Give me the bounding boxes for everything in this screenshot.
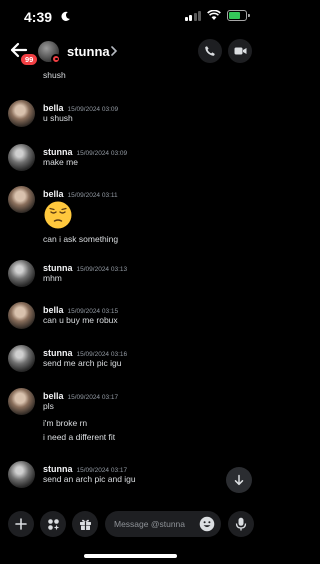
avatar[interactable] xyxy=(8,186,35,213)
voice-message-button[interactable] xyxy=(228,511,254,537)
message-author[interactable]: bella xyxy=(43,305,64,315)
gift-icon xyxy=(79,519,91,530)
wifi-icon xyxy=(207,10,221,20)
status-time: 4:39 xyxy=(24,9,53,25)
avatar[interactable] xyxy=(8,144,35,171)
message-content: i'm broke rn xyxy=(43,418,88,428)
message-input-placeholder: Message @stunna xyxy=(114,519,186,529)
avatar[interactable] xyxy=(8,345,35,372)
battery-icon xyxy=(227,10,250,21)
dnd-status-icon xyxy=(51,54,61,64)
avatar[interactable] xyxy=(8,100,35,127)
home-indicator xyxy=(84,554,177,558)
message-content: i need a different fit xyxy=(43,432,116,442)
message-author[interactable]: bella xyxy=(43,189,64,199)
message-content: can i ask something xyxy=(43,234,119,244)
message-content: send an arch pic and igu xyxy=(43,474,136,484)
message-content: send me arch pic igu xyxy=(43,358,122,368)
message-timestamp: 15/09/2024 03:11 xyxy=(67,192,118,199)
battery-level-fill xyxy=(229,12,241,19)
emoji-icon[interactable] xyxy=(199,516,215,532)
message-author[interactable]: stunna xyxy=(43,147,73,157)
jump-to-latest-button[interactable] xyxy=(226,467,252,493)
dm-header: 99 stunna xyxy=(0,34,261,68)
microphone-icon xyxy=(235,517,247,531)
cellular-signal-icon xyxy=(184,10,201,21)
message-author[interactable]: bella xyxy=(43,103,64,113)
status-bar: 4:39 xyxy=(0,0,261,34)
apps-icon xyxy=(47,518,59,530)
message-content: u shush xyxy=(43,113,73,123)
voice-call-button[interactable] xyxy=(198,39,222,63)
message-author[interactable]: stunna xyxy=(43,348,73,358)
message-content: mhm xyxy=(43,273,62,283)
add-attachment-button[interactable] xyxy=(8,511,34,537)
message-list[interactable]: shush bella 15/09/2024 03:09 u shush stun… xyxy=(0,68,261,504)
chevron-right-icon[interactable] xyxy=(110,46,118,56)
arrow-down-icon xyxy=(234,474,244,486)
message-timestamp: 15/09/2024 03:09 xyxy=(67,106,119,113)
avatar[interactable] xyxy=(8,302,35,329)
message-timestamp: 15/09/2024 03:17 xyxy=(76,467,128,474)
message-author[interactable]: stunna xyxy=(43,464,73,474)
moon-icon xyxy=(61,11,70,21)
pensive-face-icon xyxy=(44,201,72,229)
avatar[interactable] xyxy=(8,461,35,488)
plus-icon xyxy=(15,518,27,530)
message-author[interactable]: bella xyxy=(43,391,64,401)
message-content: can u buy me robux xyxy=(43,315,118,325)
gift-button[interactable] xyxy=(72,511,98,537)
unread-badge: 99 xyxy=(19,52,40,67)
message-content: shush xyxy=(43,70,66,80)
phone-icon xyxy=(205,46,215,56)
dm-user-name[interactable]: stunna xyxy=(67,44,110,59)
message-timestamp: 15/09/2024 03:13 xyxy=(76,266,128,273)
status-icons xyxy=(184,10,250,21)
message-timestamp: 15/09/2024 03:17 xyxy=(67,394,119,401)
message-content: make me xyxy=(43,157,78,167)
message-content: pls xyxy=(43,401,54,411)
video-call-button[interactable] xyxy=(228,39,252,63)
message-composer: Message @stunna xyxy=(0,504,261,544)
avatar[interactable] xyxy=(8,388,35,415)
avatar[interactable] xyxy=(8,260,35,287)
message-timestamp: 15/09/2024 03:15 xyxy=(67,308,119,315)
apps-button[interactable] xyxy=(40,511,66,537)
message-timestamp: 15/09/2024 03:16 xyxy=(76,351,128,358)
video-camera-icon xyxy=(234,47,246,55)
message-timestamp: 15/09/2024 03:09 xyxy=(76,150,128,157)
message-author[interactable]: stunna xyxy=(43,263,73,273)
